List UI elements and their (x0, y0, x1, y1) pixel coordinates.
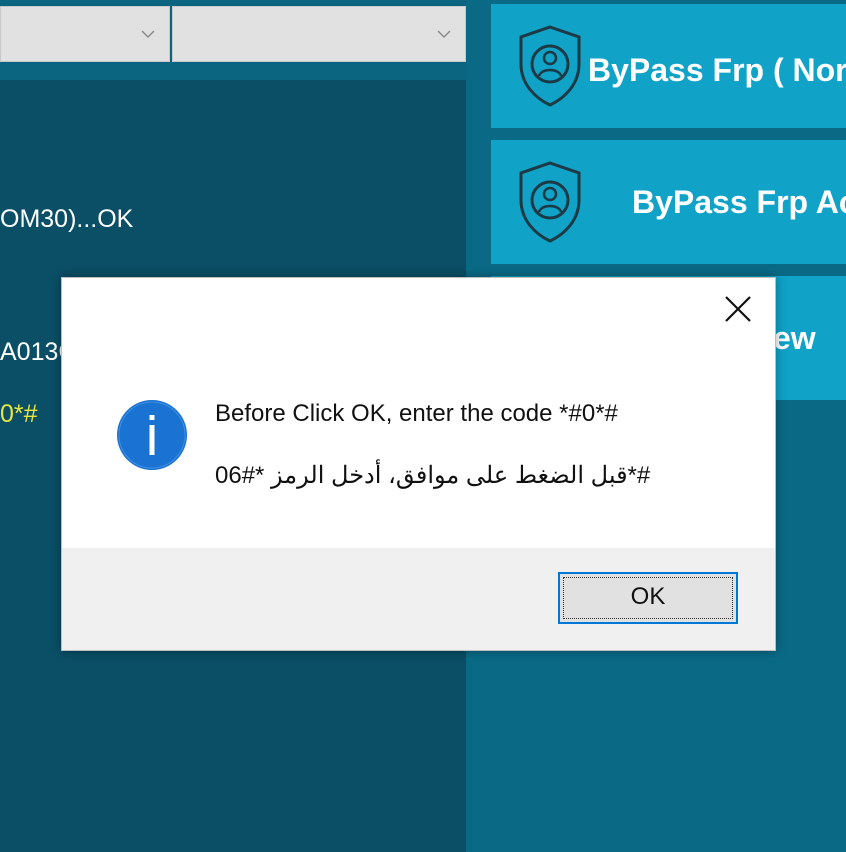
tile-label: ByPass Frp ( Nor (588, 52, 846, 88)
ok-button[interactable]: OK (558, 572, 738, 624)
dialog-message-arabic: #*قبل الضغط على موافق، أدخل الرمز *#06 (215, 462, 651, 489)
shield-user-icon (519, 161, 581, 243)
chevron-down-icon (437, 30, 451, 39)
log-line: 0*# (0, 400, 38, 428)
log-line: OM30)...OK (0, 205, 134, 233)
dialog-message-english: Before Click OK, enter the code *#0*# (215, 400, 618, 427)
port-dropdown[interactable] (0, 6, 170, 62)
tile-label: ByPass Frp Ac (632, 184, 846, 220)
info-icon (117, 400, 187, 470)
close-icon[interactable] (721, 292, 755, 326)
dialog-footer: OK (62, 548, 775, 650)
model-dropdown[interactable] (172, 6, 466, 62)
chevron-down-icon (141, 30, 155, 39)
shield-user-icon (519, 25, 581, 107)
message-dialog: Before Click OK, enter the code *#0*# #*… (61, 277, 776, 651)
toolbar (0, 0, 476, 80)
bypass-frp-normal-button[interactable]: ByPass Frp ( Nor (491, 4, 846, 128)
tile-label: ew (773, 320, 816, 356)
bypass-frp-adb-button[interactable]: ByPass Frp Ac (491, 140, 846, 264)
